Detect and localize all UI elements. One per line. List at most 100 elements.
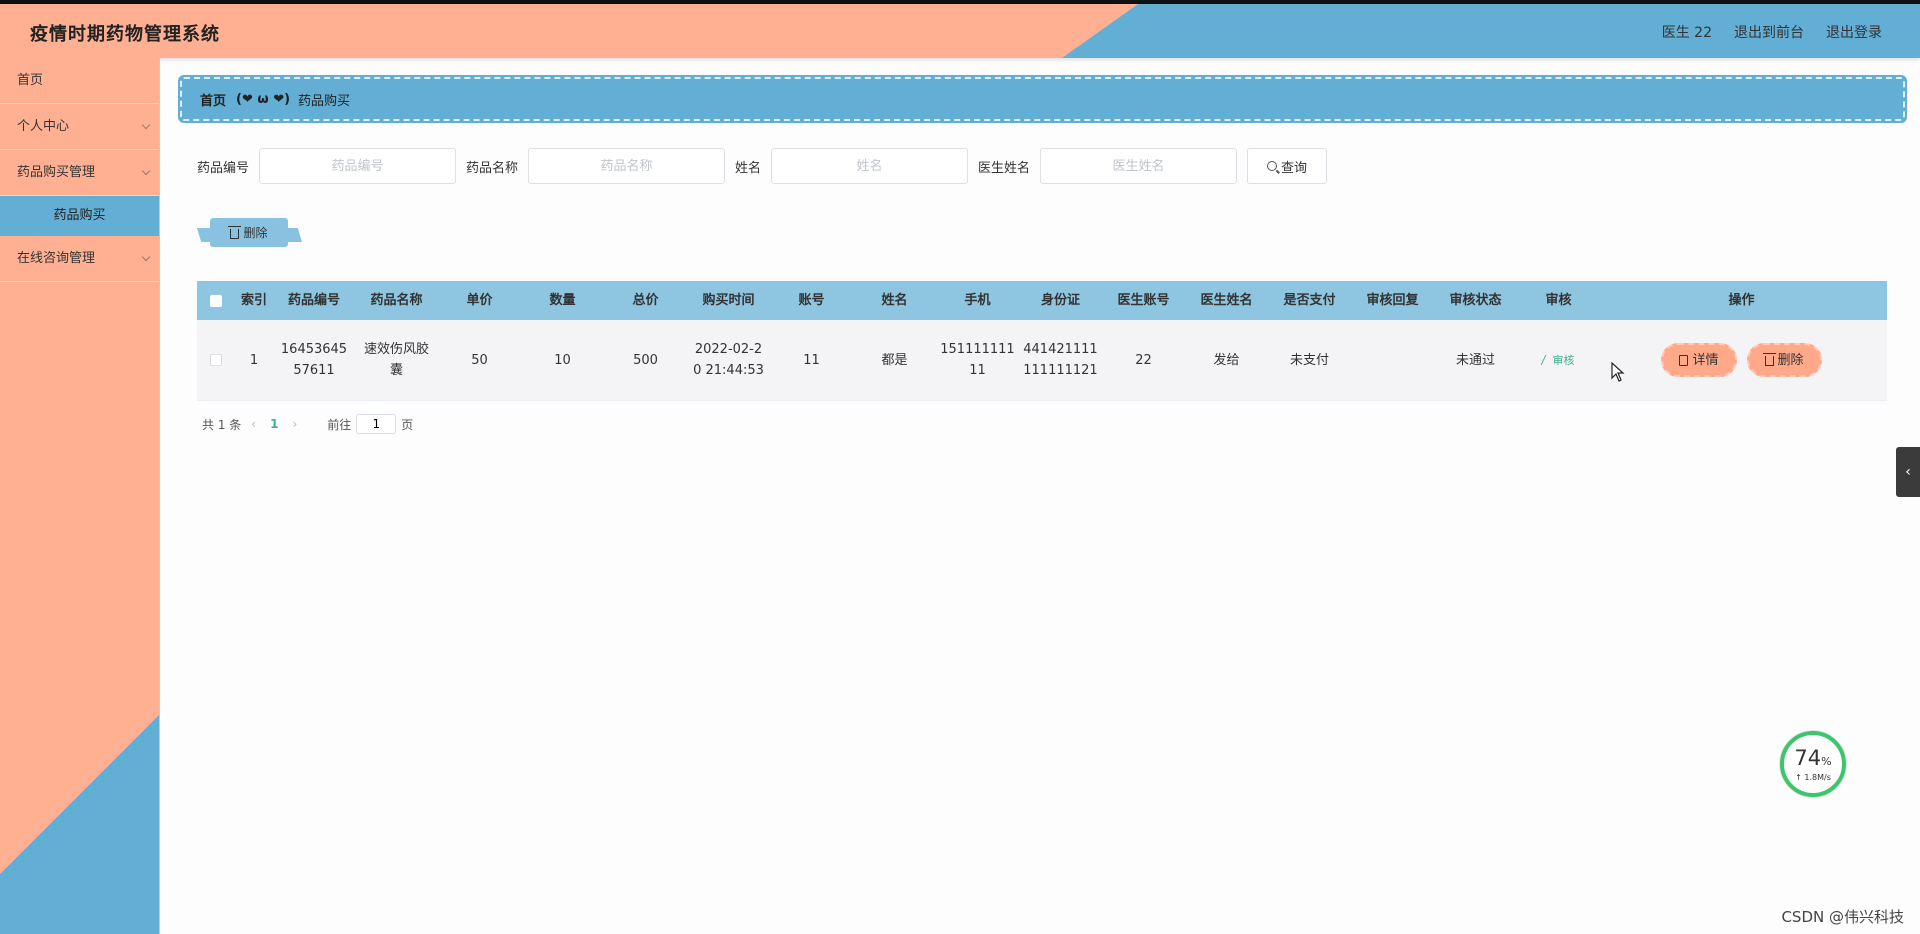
- cell-phone: 15111111111: [940, 342, 1015, 378]
- speed-percent: 74%: [1794, 747, 1831, 773]
- batch-delete-button[interactable]: 删除: [210, 218, 288, 247]
- sidebar-item-personal-center[interactable]: 个人中心: [0, 104, 159, 150]
- table-row: 1 1645364557611 速效伤风胶囊 50 10 500 2022-02…: [197, 320, 1887, 401]
- column-header: 姓名: [881, 293, 908, 308]
- cell-qty: 10: [554, 352, 571, 368]
- sidebar: 首页 个人中心 药品购买管理 药品购买 在线咨询管理: [0, 58, 160, 934]
- prev-page-icon[interactable]: ‹: [251, 417, 256, 431]
- cell-status: 未通过: [1455, 352, 1495, 368]
- detail-button[interactable]: 详情: [1661, 343, 1737, 377]
- doctor-name-input[interactable]: [1040, 148, 1238, 184]
- batch-delete: 删除: [197, 218, 302, 249]
- side-collapse-tab[interactable]: ‹: [1896, 447, 1920, 497]
- column-header: 账号: [798, 293, 825, 308]
- back-to-front-link[interactable]: 退出到前台: [1734, 22, 1804, 42]
- chevron-down-icon: [141, 252, 151, 262]
- pagination-goto-input[interactable]: [356, 414, 397, 434]
- row-checkbox[interactable]: [210, 354, 222, 366]
- column-header: 审核状态: [1449, 293, 1502, 308]
- document-icon: [1679, 354, 1689, 366]
- chevron-down-icon: [141, 120, 151, 130]
- cell-paid: 未支付: [1289, 352, 1329, 368]
- batch-delete-label: 删除: [243, 226, 268, 240]
- cell-reply: [1351, 320, 1434, 400]
- cell-total: 500: [633, 352, 658, 368]
- cell-drug-name: 速效伤风胶囊: [363, 342, 429, 378]
- cell-audit: 审核: [1517, 320, 1600, 400]
- current-user: 医生 22: [1661, 25, 1712, 41]
- column-header: 索引: [240, 293, 267, 308]
- audit-link[interactable]: 审核: [1540, 350, 1575, 371]
- pagination-page-suffix: 页: [401, 417, 414, 432]
- drug-name-input[interactable]: [528, 148, 726, 184]
- column-header: 数量: [549, 293, 576, 308]
- sidebar-item-label: 在线咨询管理: [17, 251, 96, 266]
- name-label: 姓名: [735, 160, 762, 176]
- column-header: 手机: [964, 293, 991, 308]
- sidebar-item-home[interactable]: 首页: [0, 58, 159, 104]
- chevron-down-icon: [141, 166, 151, 176]
- column-header: 医生账号: [1117, 293, 1170, 308]
- pagination: 共 1 条 ‹ 1 › 前往 页: [202, 414, 413, 434]
- cell-drug-no: 1645364557611: [280, 342, 348, 378]
- app-header: 疫情时期药物管理系统 医生 22 退出到前台 退出登录: [0, 4, 1920, 58]
- column-header: 审核回复: [1366, 293, 1419, 308]
- delete-label: 删除: [1777, 352, 1804, 368]
- sidebar-item-drug-purchase-management[interactable]: 药品购买管理: [0, 150, 159, 196]
- header-actions: 医生 22 退出到前台 退出登录: [1662, 22, 1882, 42]
- sidebar-menu: 首页 个人中心 药品购买管理 药品购买 在线咨询管理: [0, 58, 159, 282]
- breadcrumb: 首页 (❤ ω ❤) 药品购买: [180, 77, 1905, 121]
- cell-doctor-account: 22: [1135, 352, 1152, 368]
- select-all-cell: [197, 281, 235, 320]
- cell-doctor-name: 发给: [1213, 352, 1240, 368]
- cell-time: 2022-02-20 21:44:53: [693, 342, 764, 378]
- search-button-label: 查询: [1281, 160, 1308, 176]
- app-title: 疫情时期药物管理系统: [30, 24, 220, 45]
- cell-price: 50: [471, 352, 488, 368]
- sidebar-item-label: 药品购买管理: [17, 165, 96, 180]
- pagination-goto-label: 前往: [327, 417, 352, 432]
- speed-rate: ↑ 1.8M/s: [1795, 772, 1831, 782]
- column-header: 单价: [466, 293, 493, 308]
- logout-link[interactable]: 退出登录: [1826, 22, 1882, 42]
- purchase-table: 索引 药品编号 药品名称 单价 数量 总价 购买时间 账号 姓名 手机 身份证 …: [197, 281, 1887, 401]
- sidebar-blue-shape: [0, 714, 159, 934]
- row-select-cell: [197, 320, 235, 400]
- drug-no-input[interactable]: [259, 148, 457, 184]
- pagination-total: 共 1 条: [202, 417, 242, 432]
- drug-name-label: 药品名称: [466, 160, 519, 176]
- cell-account: 11: [803, 352, 820, 368]
- cell-id-card: 441421111111111121: [1023, 342, 1098, 378]
- column-header: 身份证: [1040, 293, 1080, 308]
- column-header: 药品编号: [287, 293, 340, 308]
- delete-button[interactable]: 删除: [1746, 343, 1822, 377]
- sidebar-subitem-drug-purchase[interactable]: 药品购买: [0, 196, 159, 236]
- name-input[interactable]: [771, 148, 969, 184]
- next-page-icon[interactable]: ›: [292, 417, 297, 431]
- column-header: 购买时间: [702, 293, 755, 308]
- search-form: 药品编号 药品名称 姓名 医生姓名 查询: [197, 148, 1328, 184]
- breadcrumb-current: 药品购买: [298, 93, 351, 109]
- search-button[interactable]: 查询: [1247, 148, 1328, 184]
- cell-actions: 详情 删除: [1600, 320, 1883, 400]
- breadcrumb-separator: (❤ ω ❤): [236, 91, 291, 107]
- network-speed-widget: 74% ↑ 1.8M/s: [1780, 731, 1846, 797]
- column-header: 审核: [1545, 293, 1572, 308]
- trash-icon: [1762, 353, 1776, 366]
- cell-index: 1: [249, 352, 259, 368]
- detail-label: 详情: [1692, 352, 1719, 368]
- page-number[interactable]: 1: [270, 417, 278, 431]
- sidebar-item-online-consult-management[interactable]: 在线咨询管理: [0, 236, 159, 282]
- breadcrumb-home[interactable]: 首页: [200, 90, 226, 109]
- select-all-checkbox[interactable]: [210, 294, 222, 307]
- cell-name: 都是: [881, 352, 908, 368]
- sidebar-item-label: 个人中心: [17, 119, 70, 134]
- mouse-cursor-icon: [1611, 362, 1625, 382]
- column-header: 是否支付: [1283, 293, 1336, 308]
- edit-icon: [1540, 355, 1552, 365]
- column-header: 操作: [1728, 293, 1755, 308]
- search-icon: [1267, 161, 1278, 171]
- doctor-name-label: 医生姓名: [978, 160, 1031, 176]
- speed-percent-value: 74: [1794, 745, 1822, 770]
- drug-no-label: 药品编号: [197, 160, 250, 176]
